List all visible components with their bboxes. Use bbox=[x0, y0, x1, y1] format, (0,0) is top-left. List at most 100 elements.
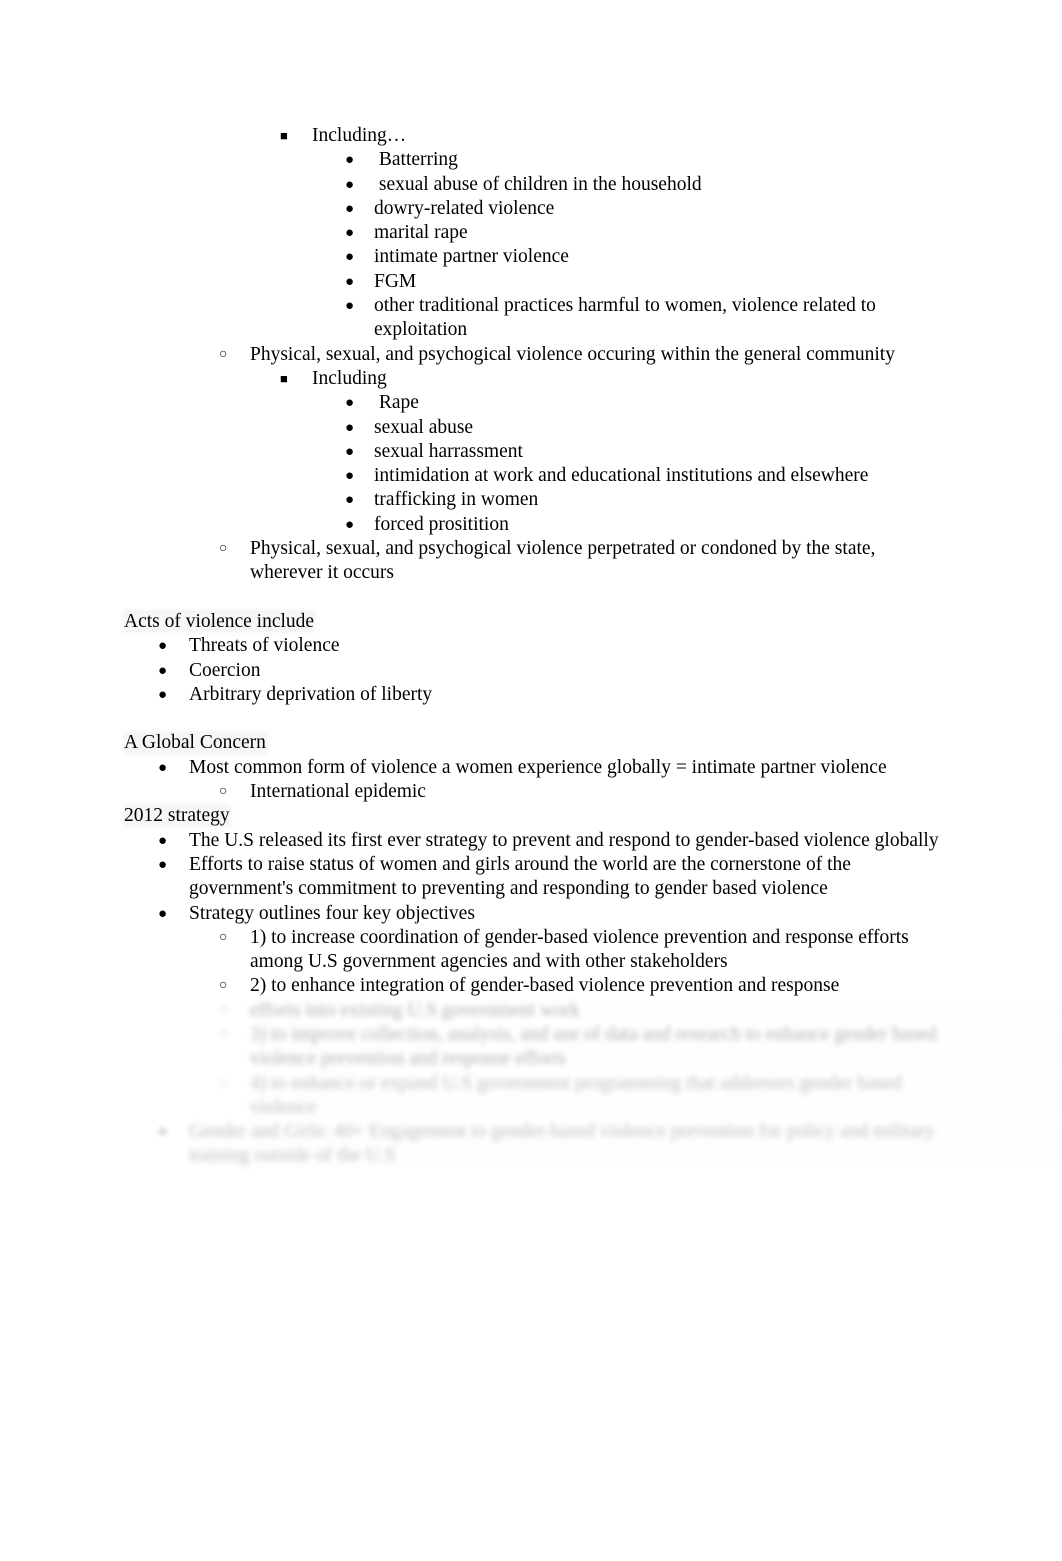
disc-bullet-icon: ● bbox=[158, 832, 168, 849]
list-item-text: intimidation at work and educational ins… bbox=[374, 465, 869, 487]
list-item-text: marital rape bbox=[374, 222, 468, 244]
circle-bullet-icon: ○ bbox=[219, 1075, 228, 1091]
list-item-text: sexual harrassment bbox=[374, 440, 523, 462]
list-item-text: Gender and Girls: 40+ Engagement to gend… bbox=[189, 1121, 940, 1167]
list-item-text: forced prositition bbox=[374, 513, 509, 535]
list-item: ● marital rape bbox=[0, 221, 1062, 245]
disc-bullet-icon: ● bbox=[345, 395, 355, 412]
section-heading: 2012 strategy bbox=[0, 804, 1062, 828]
disc-bullet-icon: ● bbox=[345, 176, 355, 193]
list-item-text: Coercion bbox=[189, 659, 261, 681]
section-heading-text: 2012 strategy bbox=[124, 805, 230, 827]
list-item-text: FGM bbox=[374, 270, 417, 292]
list-item: ● intimate partner violence bbox=[0, 245, 1062, 269]
list-item-text: International epidemic bbox=[250, 781, 426, 803]
list-item-text: trafficking in women bbox=[374, 489, 539, 511]
disc-bullet-icon: ● bbox=[345, 492, 355, 509]
list-item: ● sexual abuse bbox=[0, 416, 1062, 440]
disc-bullet-icon: ● bbox=[158, 662, 168, 679]
list-item-text: Batterring bbox=[374, 149, 458, 171]
circle-bullet-icon: ○ bbox=[219, 1002, 228, 1018]
list-item: ● trafficking in women bbox=[0, 488, 1062, 512]
list-item: ● Batterring bbox=[0, 148, 1062, 172]
document-body: ■ Including… ● Batterring ● sexual abuse… bbox=[0, 0, 1062, 1169]
disc-bullet-icon: ● bbox=[158, 686, 168, 703]
list-item-text: 3) to improve collection, analysis, and … bbox=[250, 1023, 942, 1070]
list-item-text: Including bbox=[312, 367, 387, 389]
list-item: ● Threats of violence bbox=[0, 634, 1062, 658]
list-item-degraded: ● Gender and Girls: 40+ Engagement to ge… bbox=[0, 1120, 1062, 1169]
list-item-text: Physical, sexual, and psychogical violen… bbox=[250, 538, 881, 584]
list-item-text: Threats of violence bbox=[189, 635, 340, 657]
list-item-text: 2) to enhance integration of gender-base… bbox=[250, 975, 840, 997]
disc-bullet-icon: ● bbox=[158, 638, 168, 655]
disc-bullet-icon: ● bbox=[345, 468, 355, 485]
disc-bullet-icon: ● bbox=[345, 152, 355, 169]
list-item-text: Efforts to raise status of women and gir… bbox=[189, 853, 856, 900]
disc-bullet-icon: ● bbox=[345, 249, 355, 266]
circle-bullet-icon: ○ bbox=[219, 929, 228, 945]
section-heading: A Global Concern bbox=[0, 731, 1062, 755]
list-item: ● intimidation at work and educational i… bbox=[0, 464, 1062, 488]
list-item: ● The U.S released its first ever strate… bbox=[0, 829, 1062, 853]
list-item: ● FGM bbox=[0, 270, 1062, 294]
list-item-text: efforts into existing U.S government wor… bbox=[250, 999, 581, 1021]
list-item: ● Efforts to raise status of women and g… bbox=[0, 853, 1062, 902]
disc-bullet-icon: ● bbox=[345, 516, 355, 533]
list-item-text: other traditional practices harmful to w… bbox=[374, 295, 881, 341]
list-item-degraded: ○ 3) to improve collection, analysis, an… bbox=[0, 1023, 1062, 1072]
list-item-text: dowry-related violence bbox=[374, 197, 555, 219]
list-item: ○ International epidemic bbox=[0, 780, 1062, 804]
list-item: ● Rape bbox=[0, 391, 1062, 415]
list-item: ● Arbitrary deprivation of liberty bbox=[0, 683, 1062, 707]
list-item-text: Arbitrary deprivation of liberty bbox=[189, 683, 433, 705]
circle-bullet-icon: ○ bbox=[219, 346, 228, 362]
list-item-text: 1) to increase coordination of gender-ba… bbox=[250, 926, 914, 973]
list-item-text: Including… bbox=[312, 125, 407, 146]
list-item: ● Most common form of violence a women e… bbox=[0, 756, 1062, 780]
list-item: ○ Physical, sexual, and psychogical viol… bbox=[0, 343, 1062, 367]
list-item: ● forced prositition bbox=[0, 513, 1062, 537]
list-item: ○ Physical, sexual, and psychogical viol… bbox=[0, 537, 1062, 586]
disc-bullet-icon: ● bbox=[345, 200, 355, 217]
disc-bullet-icon: ● bbox=[345, 419, 355, 436]
circle-bullet-icon: ○ bbox=[219, 541, 228, 557]
list-item: ■ Including bbox=[0, 367, 1062, 391]
list-item: ○ 1) to increase coordination of gender-… bbox=[0, 926, 1062, 975]
disc-bullet-icon: ● bbox=[158, 856, 168, 873]
list-item-degraded: ○ 4) to enhance or expand U.S government… bbox=[0, 1072, 1062, 1121]
list-item: ■ Including… bbox=[0, 124, 1062, 148]
disc-bullet-icon: ● bbox=[158, 759, 168, 776]
list-item-text: Physical, sexual, and psychogical violen… bbox=[250, 343, 895, 365]
list-item: ● Strategy outlines four key objectives bbox=[0, 902, 1062, 926]
section-heading-text: Acts of violence include bbox=[124, 610, 315, 632]
disc-bullet-icon: ● bbox=[345, 298, 355, 315]
list-item: ● sexual abuse of children in the househ… bbox=[0, 173, 1062, 197]
list-item-text: The U.S released its first ever strategy… bbox=[189, 829, 939, 851]
circle-bullet-icon: ○ bbox=[219, 784, 228, 800]
circle-bullet-icon: ○ bbox=[219, 978, 228, 994]
disc-bullet-icon: ● bbox=[158, 905, 168, 922]
section-heading: Acts of violence include bbox=[0, 610, 1062, 634]
list-item-text: sexual abuse bbox=[374, 416, 474, 438]
list-item-text: Strategy outlines four key objectives bbox=[189, 902, 475, 924]
list-item-text: sexual abuse of children in the househol… bbox=[374, 173, 702, 195]
disc-bullet-icon: ● bbox=[158, 1124, 168, 1141]
list-item-text: intimate partner violence bbox=[374, 246, 569, 268]
square-bullet-icon: ■ bbox=[280, 128, 288, 143]
disc-bullet-icon: ● bbox=[345, 273, 355, 290]
list-item: ● dowry-related violence bbox=[0, 197, 1062, 221]
list-item: ● sexual harrassment bbox=[0, 440, 1062, 464]
list-item-degraded: ○ efforts into existing U.S government w… bbox=[0, 999, 1062, 1023]
list-item: ○ 2) to enhance integration of gender-ba… bbox=[0, 974, 1062, 998]
list-item: ● other traditional practices harmful to… bbox=[0, 294, 1062, 343]
list-item: ● Coercion bbox=[0, 659, 1062, 683]
circle-bullet-icon: ○ bbox=[219, 1026, 228, 1042]
document-page: ■ Including… ● Batterring ● sexual abuse… bbox=[0, 0, 1062, 1561]
disc-bullet-icon: ● bbox=[345, 443, 355, 460]
list-item-text: 4) to enhance or expand U.S government p… bbox=[250, 1072, 907, 1118]
section-heading-text: A Global Concern bbox=[124, 732, 266, 754]
disc-bullet-icon: ● bbox=[345, 225, 355, 242]
list-item-text: Most common form of violence a women exp… bbox=[189, 756, 887, 778]
